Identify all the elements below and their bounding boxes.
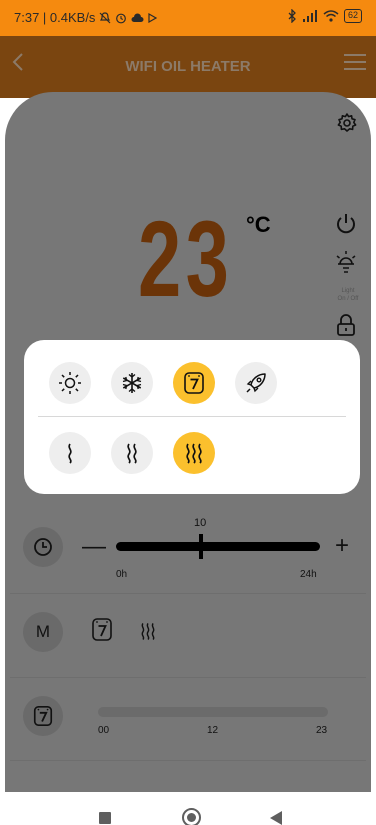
mode-popup [24, 340, 360, 494]
schedule-track[interactable] [98, 707, 328, 717]
timer-slider-track[interactable] [116, 542, 320, 551]
mode-option-sun[interactable] [49, 362, 91, 404]
mode-option-preset-7[interactable] [173, 362, 215, 404]
timer-slider-thumb[interactable] [199, 534, 203, 559]
gear-icon [337, 113, 357, 132]
lock-button[interactable] [336, 314, 356, 341]
snowflake-icon [122, 373, 142, 393]
timer-button[interactable] [23, 527, 63, 567]
play-icon [148, 12, 158, 23]
light-label-line2: On / Off [337, 296, 359, 302]
power-button[interactable] [334, 212, 358, 241]
menu-button[interactable] [344, 54, 366, 72]
status-right: 62 [288, 9, 362, 23]
schedule-tick-mid: 12 [207, 725, 219, 736]
light-bulb-icon [336, 251, 356, 273]
schedule-tick-end: 23 [316, 725, 328, 736]
heat-level-2-icon [127, 443, 137, 464]
heat-level-1-icon [68, 443, 72, 464]
battery-indicator: 62 [343, 9, 362, 23]
mute-icon [100, 11, 111, 23]
timer-min-label: 0h [116, 569, 128, 580]
timer-minus-button[interactable]: — [82, 533, 106, 561]
row-divider [10, 593, 366, 594]
power-icon [337, 214, 355, 234]
home-button[interactable] [182, 808, 201, 825]
timer-plus-button[interactable]: + [335, 532, 349, 560]
row-divider [10, 760, 366, 761]
cloud-icon [131, 13, 144, 22]
preset-7-icon [184, 372, 204, 394]
light-toggle-button[interactable] [334, 250, 358, 281]
heat-option-level-1[interactable] [49, 432, 91, 474]
popup-divider [38, 416, 346, 417]
mode-option-snowflake[interactable] [111, 362, 153, 404]
heat-level-3-icon [186, 443, 202, 464]
lock-icon [337, 314, 355, 336]
wifi-icon [323, 10, 339, 22]
light-label-line1: Light [341, 288, 355, 294]
timer-value: 10 [194, 517, 207, 529]
sun-icon [59, 372, 81, 394]
status-time: 7:37 | 0.4KB/s [14, 10, 96, 25]
schedule-button[interactable] [23, 696, 63, 736]
signal-icon [302, 10, 317, 22]
app-title: WIFI OIL HEATER [125, 58, 251, 75]
preset-7-icon [92, 618, 112, 641]
temperature-unit: °C [246, 212, 271, 237]
hamburger-menu-icon [344, 54, 366, 56]
temperature-value: 23 [138, 198, 234, 319]
light-label: Light On / Off [330, 287, 366, 303]
mode-button[interactable]: M [23, 612, 63, 652]
heat-option-level-2[interactable] [111, 432, 153, 474]
rocket-icon [246, 373, 266, 393]
row-divider [10, 677, 366, 678]
status-bar: 7:37 | 0.4KB/s 62 [0, 0, 376, 36]
schedule-tick-start: 00 [98, 725, 110, 736]
recents-button[interactable] [99, 812, 111, 824]
clock-icon [34, 538, 52, 556]
mode-option-rocket[interactable] [235, 362, 277, 404]
preset-7-icon [33, 706, 53, 726]
system-back-button[interactable] [270, 811, 282, 825]
app-bar: WIFI OIL HEATER [0, 36, 376, 98]
heat-level-3-icon [141, 622, 155, 640]
status-left: 7:37 | 0.4KB/s [14, 10, 158, 25]
current-preset-indicator [90, 617, 114, 648]
timer-max-label: 24h [300, 569, 317, 580]
heat-option-level-3[interactable] [173, 432, 215, 474]
settings-button[interactable] [336, 112, 358, 139]
alarm-icon [116, 13, 127, 23]
current-heat-indicator [137, 620, 159, 647]
bluetooth-icon [288, 9, 296, 23]
